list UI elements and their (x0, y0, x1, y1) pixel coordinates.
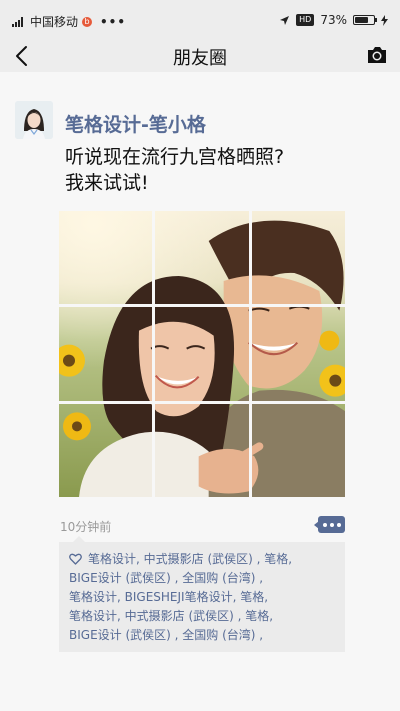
page-title: 朋友圈 (173, 48, 227, 69)
battery-percent: 73% (320, 13, 347, 27)
battery-level (355, 17, 368, 23)
carrier-name: 中国移动 (30, 15, 79, 29)
author-name[interactable]: 笔格设计-笔小格 (65, 110, 206, 137)
photo-grid-cell[interactable] (59, 211, 153, 305)
photo-grid-cell[interactable] (155, 307, 249, 401)
photo-grid-cell[interactable] (155, 211, 249, 305)
photo-grid-cell[interactable] (59, 307, 153, 401)
likes-line-5[interactable]: BIGE设计 (武侯区) , 全国购 (台湾) , (69, 626, 335, 645)
photo-grid-cell[interactable] (251, 403, 345, 497)
hd-badge: HD (296, 14, 315, 26)
post-text-line-1: 听说现在流行九宫格晒照? (65, 146, 285, 168)
photo-slice (59, 403, 153, 497)
photo-grid (59, 211, 345, 497)
likes-line-4[interactable]: 笔格设计, 中式摄影店 (武侯区) , 笔格, (69, 607, 335, 626)
camera-icon[interactable] (366, 44, 388, 66)
author-avatar[interactable] (15, 101, 53, 139)
photo-slice (251, 403, 345, 497)
photo-slice (251, 211, 345, 305)
status-bar-right: HD 73% (279, 13, 388, 27)
photo-slice (155, 211, 249, 305)
charging-bolt-icon (381, 14, 388, 26)
photo-slice (251, 307, 345, 401)
post-text-line-2: 我来试试! (65, 172, 149, 194)
photo-grid-cell[interactable] (155, 403, 249, 497)
likes-line-2[interactable]: BIGE设计 (武侯区) , 全国购 (台湾) , (69, 569, 335, 588)
nav-bar: 朋友圈 (0, 40, 400, 72)
avatar-portrait (15, 101, 53, 139)
carrier-badge-icon: b (82, 16, 93, 27)
likes-panel: 笔格设计, 中式摄影店 (武侯区) , 笔格, BIGE设计 (武侯区) , 全… (59, 536, 345, 652)
likes-line-3[interactable]: 笔格设计, BIGESHEJI笔格设计, 笔格, (69, 588, 335, 607)
battery-icon (353, 15, 377, 25)
more-actions-button[interactable] (318, 516, 345, 533)
status-bar: 中国移动 b ••• HD 73% (0, 0, 400, 40)
post-time: 10分钟前 (60, 520, 112, 534)
photo-slice (155, 307, 249, 401)
signal-icon (12, 16, 23, 27)
photo-grid-cell[interactable] (251, 307, 345, 401)
photo-slice (155, 403, 249, 497)
photo-slice (59, 307, 153, 401)
status-dots: ••• (100, 14, 127, 29)
likes-list: 笔格设计, 中式摄影店 (武侯区) , 笔格, (69, 550, 335, 569)
status-bar-left: 中国移动 b ••• (12, 13, 126, 30)
photo-grid-cell[interactable] (251, 211, 345, 305)
photo-grid-cell[interactable] (59, 403, 153, 497)
location-arrow-icon (280, 15, 290, 25)
post-text: 听说现在流行九宫格晒照? 我来试试! (65, 144, 385, 196)
likes-line-1[interactable]: 笔格设计, 中式摄影店 (武侯区) , 笔格, (88, 550, 335, 569)
photo-slice (59, 211, 153, 305)
heart-icon (69, 553, 82, 565)
